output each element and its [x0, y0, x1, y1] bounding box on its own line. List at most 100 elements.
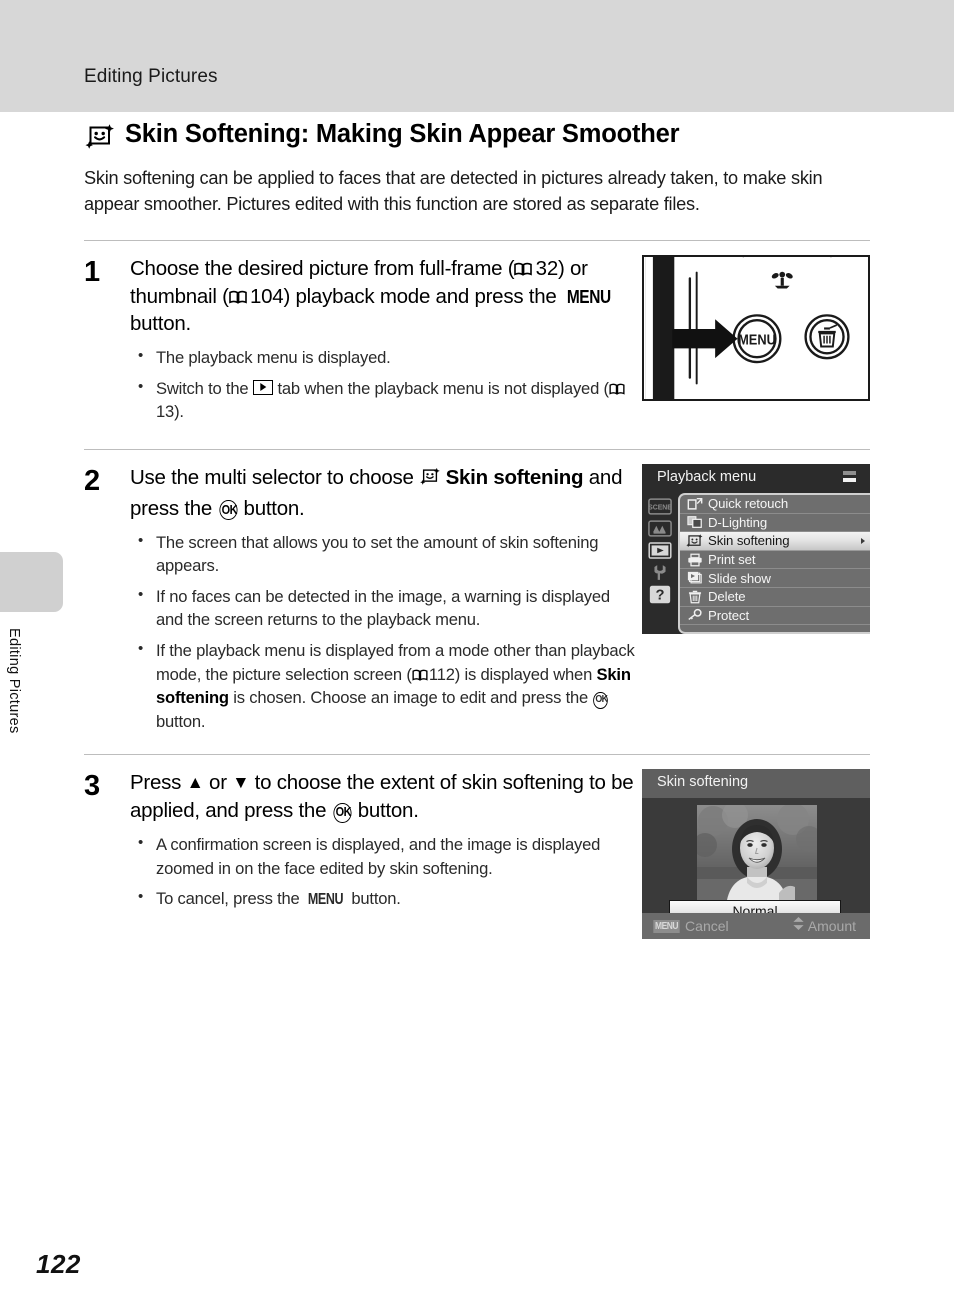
menu-item-label: Skin softening	[708, 533, 790, 549]
skin-softening-body: Normal MENU Cancel Amount	[642, 798, 870, 940]
step-2-text-c: button.	[238, 496, 305, 520]
menu-area: SCENE ? Quick retouch D-Lighting Skin so…	[642, 493, 870, 634]
tab-playback[interactable]	[647, 539, 673, 561]
step-3: 3 Press ▲ or ▼ to choose the extent of s…	[84, 755, 870, 940]
step-1-bullets: The playback menu is displayed. Switch t…	[130, 345, 640, 424]
step-3-text-b: or	[203, 771, 233, 795]
menu-item-delete[interactable]: Delete	[680, 588, 870, 607]
playback-tab-icon	[252, 379, 274, 395]
list-item: To cancel, press the MENU button.	[130, 886, 640, 911]
page-content: Skin Softening: Making Skin Appear Smoot…	[84, 120, 870, 940]
d-lighting-icon	[685, 515, 704, 530]
page-title: Skin Softening: Making Skin Appear Smoot…	[125, 120, 680, 148]
skin-softening-screen: Skin softening Normal MENU Cancel Amount	[642, 769, 870, 940]
list-item: Switch to the tab when the playback menu…	[130, 376, 640, 424]
up-down-arrow-icon	[792, 916, 805, 936]
bullet-text-b: button.	[346, 889, 401, 909]
bullet-text: The screen that allows you to set the am…	[156, 532, 599, 576]
cancel-label: Cancel	[685, 918, 729, 935]
book-reference-icon	[412, 664, 429, 681]
menu-item-d-lighting[interactable]: D-Lighting	[680, 514, 870, 533]
step-1-instruction: Choose the desired picture from full-fra…	[130, 255, 640, 339]
menu-item-protect[interactable]: Protect	[680, 607, 870, 626]
ok-button-glyph: OK	[333, 802, 351, 823]
cancel-hint: MENU Cancel	[651, 918, 729, 934]
menu-item-slide-show[interactable]: Slide show	[680, 569, 870, 588]
menu-item-skin-softening[interactable]: Skin softening	[680, 532, 870, 551]
step-1-text-a: Choose the desired picture from full-fra…	[130, 256, 515, 280]
slide-show-icon	[685, 571, 704, 586]
book-reference-icon	[514, 256, 535, 276]
menu-tab-column: SCENE ?	[642, 493, 678, 634]
print-set-icon	[685, 552, 704, 567]
step-number: 2	[84, 465, 101, 497]
manual-page: Editing Pictures Editing Pictures Skin S…	[0, 0, 954, 1314]
camera-back-illustration: MENU	[642, 254, 870, 401]
tab-scene[interactable]: SCENE	[647, 495, 673, 517]
menu-item-label: Print set	[708, 551, 756, 567]
step-3-text-d: button.	[352, 799, 419, 823]
section-vertical-label: Editing Pictures	[6, 628, 22, 734]
menu-item-label: D-Lighting	[708, 514, 768, 530]
skin-softening-icon	[84, 123, 114, 152]
step-1-figure: MENU	[642, 254, 870, 401]
svg-text:?: ?	[655, 587, 664, 603]
step-2-instruction: Use the multi selector to choose Skin so…	[130, 464, 640, 523]
menu-item-quick-retouch[interactable]: Quick retouch	[680, 495, 870, 514]
scroll-indicator	[843, 471, 856, 485]
list-item: The screen that allows you to set the am…	[130, 530, 640, 578]
skin-softening-icon	[685, 533, 704, 548]
step-2-text-a: Use the multi selector to choose	[130, 466, 420, 489]
menu-chip-icon: MENU	[653, 919, 680, 933]
ok-button-glyph: OK	[218, 500, 237, 521]
page-number: 122	[36, 1249, 81, 1279]
bullet-text-d: button.	[156, 711, 206, 731]
tab-movie[interactable]	[647, 517, 673, 539]
bullet-text: If no faces can be detected in the image…	[156, 586, 610, 630]
bullet-text-a: To cancel, press the	[156, 889, 304, 909]
tab-help[interactable]: ?	[647, 583, 673, 605]
bullet-text-c: is chosen. Choose an image to edit and p…	[228, 688, 593, 708]
step-2-bullets: The screen that allows you to set the am…	[130, 530, 640, 734]
ok-button-glyph: OK	[593, 691, 609, 709]
intro-paragraph: Skin softening can be applied to faces t…	[84, 168, 823, 214]
step-number: 3	[84, 770, 101, 803]
bullet-ref-13: 13	[156, 402, 175, 422]
section-thumb-tab	[0, 552, 63, 612]
step-1-text-d: button.	[130, 312, 191, 336]
menu-item-label: Delete	[708, 589, 746, 605]
menu-button-glyph: MENU	[566, 285, 611, 307]
menu-item-label: Slide show	[708, 570, 771, 586]
list-item: If no faces can be detected in the image…	[130, 584, 640, 632]
bullet-text: A confirmation screen is displayed, and …	[156, 835, 601, 878]
book-reference-icon	[609, 378, 626, 395]
step-number: 1	[84, 255, 101, 288]
bullet-text-b: tab when the playback menu is not displa…	[273, 378, 609, 398]
lcd-title-bar: Playback menu	[642, 464, 870, 493]
quick-retouch-icon	[685, 496, 704, 511]
svg-text:MENU: MENU	[738, 331, 776, 347]
step-2-bold-term: Skin softening	[445, 466, 584, 489]
bullet-text-c: ).	[174, 402, 184, 422]
menu-button-glyph: MENU	[307, 891, 344, 909]
protect-key-icon	[685, 608, 704, 623]
list-item: The playback menu is displayed.	[130, 345, 640, 370]
bullet-text: The playback menu is displayed.	[156, 348, 391, 368]
playback-menu-screen: Playback menu SCENE ? Quick retouch D-Li…	[642, 464, 870, 634]
lcd-title-bar: Skin softening	[642, 769, 870, 799]
screen-footer: MENU Cancel Amount	[642, 913, 870, 940]
playback-menu-list: Quick retouch D-Lighting Skin softening	[678, 493, 870, 634]
step-2-figure: Playback menu SCENE ? Quick retouch D-Li…	[642, 464, 870, 634]
list-item: If the playback menu is displayed from a…	[130, 638, 640, 733]
amount-label: Amount	[807, 918, 856, 935]
list-item: A confirmation screen is displayed, and …	[130, 832, 640, 880]
menu-item-label: Protect	[708, 607, 750, 623]
menu-item-print-set[interactable]: Print set	[680, 551, 870, 570]
preview-photo	[697, 805, 817, 901]
book-reference-icon	[228, 284, 250, 304]
step-3-text-a: Press	[130, 771, 187, 795]
running-head: Editing Pictures	[84, 66, 218, 87]
tab-setup[interactable]	[647, 561, 673, 583]
amount-hint: Amount	[792, 916, 856, 936]
step-3-figure: Skin softening Normal MENU Cancel Amount	[642, 769, 870, 940]
